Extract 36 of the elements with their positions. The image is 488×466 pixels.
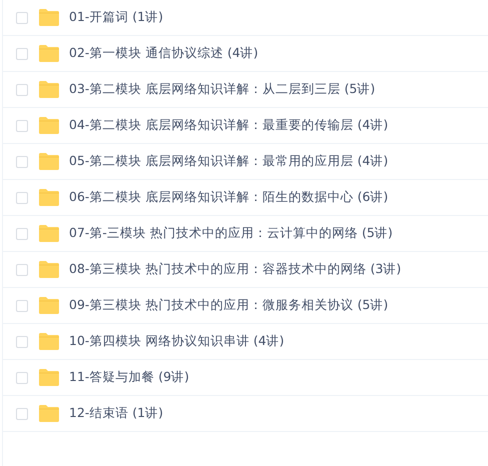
folder-name[interactable]: 12-结束语 (1讲) [69, 405, 164, 422]
folder-name[interactable]: 11-答疑与加餐 (9讲) [69, 369, 190, 386]
folder-name[interactable]: 10-第四模块 网络协议知识串讲 (4讲) [69, 333, 284, 350]
folder-name[interactable]: 04-第二模块 底层网络知识详解：最重要的传输层 (4讲) [69, 117, 388, 134]
folder-name[interactable]: 09-第三模块 热门技术中的应用：微服务相关协议 (5讲) [69, 297, 388, 314]
folder-icon [39, 261, 59, 278]
folder-icon [39, 45, 59, 62]
folder-icon [39, 225, 59, 242]
folder-icon [39, 117, 59, 134]
folder-name[interactable]: 05-第二模块 底层网络知识详解：最常用的应用层 (4讲) [69, 153, 388, 170]
checkbox[interactable] [16, 264, 28, 276]
folder-name[interactable]: 06-第二模块 底层网络知识详解：陌生的数据中心 (6讲) [69, 189, 388, 206]
folder-icon [39, 405, 59, 422]
checkbox[interactable] [16, 408, 28, 420]
folder-icon [39, 297, 59, 314]
folder-name[interactable]: 02-第一模块 通信协议综述 (4讲) [69, 45, 258, 62]
folder-name[interactable]: 01-开篇词 (1讲) [69, 9, 164, 26]
checkbox[interactable] [16, 228, 28, 240]
checkbox[interactable] [16, 156, 28, 168]
folder-icon [39, 333, 59, 350]
folder-icon [39, 81, 59, 98]
folder-icon [39, 9, 59, 26]
folder-name[interactable]: 08-第三模块 热门技术中的应用：容器技术中的网络 (3讲) [69, 261, 402, 278]
folder-icon [39, 369, 59, 386]
checkbox[interactable] [16, 12, 28, 24]
checkbox[interactable] [16, 48, 28, 60]
checkbox[interactable] [16, 84, 28, 96]
folder-icon [39, 153, 59, 170]
folder-name[interactable]: 07-第-三模块 热门技术中的应用：云计算中的网络 (5讲) [69, 225, 393, 242]
folder-name[interactable]: 03-第二模块 底层网络知识详解：从二层到三层 (5讲) [69, 81, 376, 98]
checkbox[interactable] [16, 192, 28, 204]
checkbox[interactable] [16, 336, 28, 348]
checkbox[interactable] [16, 300, 28, 312]
checkbox[interactable] [16, 372, 28, 384]
folder-icon [39, 189, 59, 206]
checkbox[interactable] [16, 120, 28, 132]
